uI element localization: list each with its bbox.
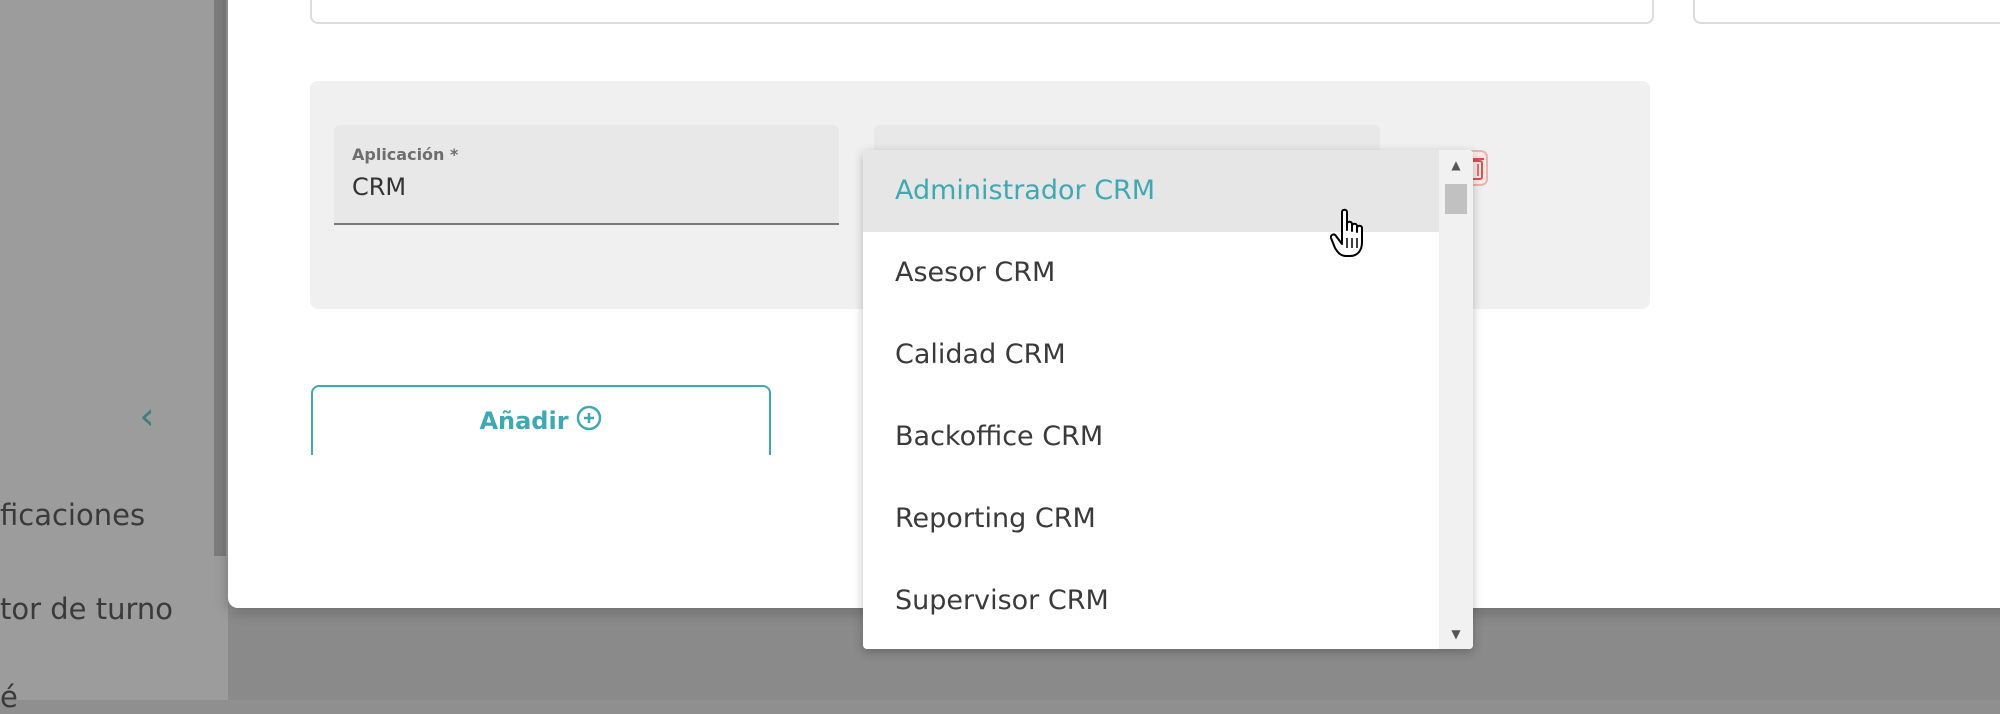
sidebar-item-notificaciones[interactable]: ficaciones [0, 498, 145, 532]
rol-dropdown-list: Administrador CRM Asesor CRM Calidad CRM… [863, 150, 1473, 649]
add-button-label: Añadir [479, 407, 569, 435]
aplicacion-label: Aplicación * [352, 145, 459, 164]
option-supervisor-crm[interactable]: Supervisor CRM [863, 560, 1439, 642]
hand-pointer-icon [1329, 208, 1370, 260]
option-reporting-crm[interactable]: Reporting CRM [863, 478, 1439, 560]
chevron-left-icon[interactable]: ‹ [132, 396, 162, 436]
sidebar: ‹ ficaciones tor de turno é [0, 0, 228, 714]
previous-field-right [1693, 0, 2000, 24]
scroll-up-icon[interactable]: ▲ [1439, 154, 1473, 176]
aplicacion-select[interactable]: Aplicación * CRM [334, 125, 839, 225]
option-calidad-crm[interactable]: Calidad CRM [863, 314, 1439, 396]
previous-field [310, 0, 1654, 24]
sidebar-item-turno[interactable]: tor de turno [0, 592, 173, 626]
add-button[interactable]: Añadir [311, 385, 771, 455]
sidebar-item-partial[interactable]: é [0, 680, 18, 714]
scroll-down-icon[interactable]: ▼ [1439, 623, 1473, 645]
option-backoffice-crm[interactable]: Backoffice CRM [863, 396, 1439, 478]
sidebar-scrollbar[interactable] [214, 0, 226, 556]
dropdown-scrollbar[interactable]: ▲ ▼ [1439, 150, 1473, 649]
plus-circle-icon [575, 404, 603, 438]
scroll-thumb[interactable] [1445, 184, 1467, 214]
aplicacion-value: CRM [352, 173, 407, 201]
